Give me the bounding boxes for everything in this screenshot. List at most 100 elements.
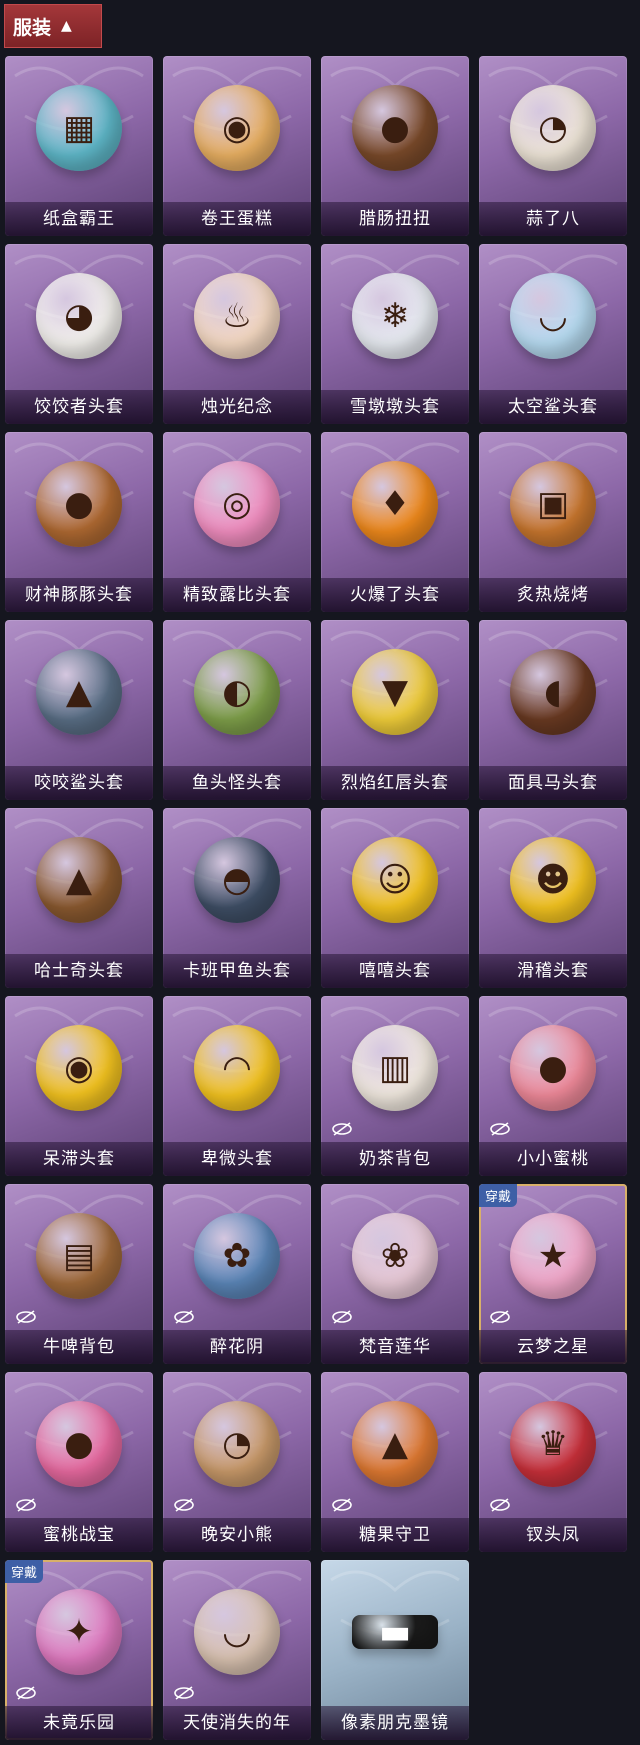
outfit-name: 面具马头套 [479,766,627,800]
item-art-icon: ◓ [194,837,280,923]
outfit-card[interactable]: ◉ 卷王蛋糕 [163,56,311,236]
eye-slash-icon[interactable] [15,1498,37,1512]
eye-slash-icon[interactable] [331,1498,353,1512]
outfit-name: 卑微头套 [163,1142,311,1176]
item-art-icon: ◔ [194,1401,280,1487]
outfit-card[interactable]: ◎ 精致露比头套 [163,432,311,612]
item-art-icon: ▥ [352,1025,438,1111]
outfit-card[interactable]: ◖ 面具马头套 [479,620,627,800]
item-art-icon: ▲ [352,1401,438,1487]
outfit-name: 咬咬鲨头套 [5,766,153,800]
item-art-icon: ◉ [36,1025,122,1111]
item-art-icon: ● [36,461,122,547]
eye-slash-icon[interactable] [15,1310,37,1324]
outfit-card[interactable]: ♦ 火爆了头套 [321,432,469,612]
outfit-card[interactable]: ♨ 烛光纪念 [163,244,311,424]
outfit-name: 卷王蛋糕 [163,202,311,236]
item-art-icon: ♛ [510,1401,596,1487]
worn-badge: 穿戴 [5,1560,44,1583]
outfit-name: 雪墩墩头套 [321,390,469,424]
outfit-card[interactable]: ☻ 滑稽头套 [479,808,627,988]
outfit-name: 腊肠扭扭 [321,202,469,236]
outfit-card[interactable]: ▤ 牛啤背包 [5,1184,153,1364]
outfit-name: 晚安小熊 [163,1518,311,1552]
item-art-icon: ♨ [194,273,280,359]
outfit-card[interactable]: ❄ 雪墩墩头套 [321,244,469,424]
item-art-icon: ▤ [36,1213,122,1299]
eye-slash-icon[interactable] [173,1498,195,1512]
outfit-card[interactable]: ▼ 烈焰红唇头套 [321,620,469,800]
outfit-name: 天使消失的年 [163,1706,311,1740]
item-art-icon: ★ [510,1213,596,1299]
outfit-card[interactable]: ◔ 晚安小熊 [163,1372,311,1552]
item-art-icon: ▬ [352,1612,438,1652]
outfit-card[interactable]: ▲ 咬咬鲨头套 [5,620,153,800]
outfit-card[interactable]: ◉ 呆滞头套 [5,996,153,1176]
outfit-card[interactable]: ♛ 钗头凤 [479,1372,627,1552]
outfit-name: 牛啤背包 [5,1330,153,1364]
outfit-name: 卡班甲鱼头套 [163,954,311,988]
item-art-icon: ☻ [510,837,596,923]
outfit-name: 烛光纪念 [163,390,311,424]
item-art-icon: ♦ [352,461,438,547]
outfit-card[interactable]: ◡ 天使消失的年 [163,1560,311,1740]
outfit-name: 鱼头怪头套 [163,766,311,800]
outfit-card[interactable]: ● 财神豚豚头套 [5,432,153,612]
outfit-name: 太空鲨头套 [479,390,627,424]
outfit-name: 呆滞头套 [5,1142,153,1176]
outfit-name: 蜜桃战宝 [5,1518,153,1552]
outfit-card[interactable]: ▬ 像素朋克墨镜 [321,1560,469,1740]
eye-slash-icon[interactable] [15,1686,37,1700]
chevron-up-icon: ▲ [61,18,72,34]
outfit-card[interactable]: ★ 穿戴 云梦之星 [479,1184,627,1364]
outfit-name: 嘻嘻头套 [321,954,469,988]
outfit-card[interactable]: ◐ 鱼头怪头套 [163,620,311,800]
outfit-card[interactable]: ● 腊肠扭扭 [321,56,469,236]
outfit-card[interactable]: ❀ 梵音莲华 [321,1184,469,1364]
eye-slash-icon[interactable] [173,1310,195,1324]
outfit-card[interactable]: ● 蜜桃战宝 [5,1372,153,1552]
item-art-icon: ● [36,1401,122,1487]
eye-slash-icon[interactable] [489,1498,511,1512]
item-art-icon: ◎ [194,461,280,547]
eye-slash-icon[interactable] [173,1686,195,1700]
outfit-card[interactable]: ● 小小蜜桃 [479,996,627,1176]
item-art-icon: ◔ [510,85,596,171]
outfit-card[interactable]: ☺ 嘻嘻头套 [321,808,469,988]
outfit-name: 饺饺者头套 [5,390,153,424]
outfit-card[interactable]: ▲ 哈士奇头套 [5,808,153,988]
outfit-name: 炙热烧烤 [479,578,627,612]
item-art-icon: ◉ [194,85,280,171]
item-art-icon: ▲ [36,837,122,923]
outfit-name: 纸盒霸王 [5,202,153,236]
outfit-name: 蒜了八 [479,202,627,236]
eye-slash-icon[interactable] [489,1310,511,1324]
outfit-card[interactable]: ◡ 太空鲨头套 [479,244,627,424]
outfit-card[interactable]: ✿ 醉花阴 [163,1184,311,1364]
item-art-icon: ◡ [510,273,596,359]
outfit-card[interactable]: ◓ 卡班甲鱼头套 [163,808,311,988]
outfit-card[interactable]: ◔ 蒜了八 [479,56,627,236]
outfit-card[interactable]: ✦ 穿戴 未竟乐园 [5,1560,153,1740]
outfit-card[interactable]: ▣ 炙热烧烤 [479,432,627,612]
item-art-icon: ◠ [194,1025,280,1111]
eye-slash-icon[interactable] [489,1122,511,1136]
outfit-card[interactable]: ▲ 糖果守卫 [321,1372,469,1552]
outfit-grid: ▦ 纸盒霸王 ◉ 卷王蛋糕 ● 腊肠扭扭 ◔ 蒜了八 ◕ 饺饺者头套 ♨ 烛光纪念 ❄ 雪墩墩头套 ◡ 太空鲨… [5,56,627,1740]
outfit-name: 哈士奇头套 [5,954,153,988]
outfit-card[interactable]: ◕ 饺饺者头套 [5,244,153,424]
outfit-category-toggle[interactable]: 服装 ▲ [4,4,102,48]
item-art-icon: ▲ [36,649,122,735]
eye-slash-icon[interactable] [331,1310,353,1324]
outfit-name: 钗头凤 [479,1518,627,1552]
outfit-name: 滑稽头套 [479,954,627,988]
worn-badge: 穿戴 [479,1184,518,1207]
eye-slash-icon[interactable] [331,1122,353,1136]
item-art-icon: ◐ [194,649,280,735]
outfit-card[interactable]: ▥ 奶茶背包 [321,996,469,1176]
outfit-card[interactable]: ▦ 纸盒霸王 [5,56,153,236]
outfit-name: 醉花阴 [163,1330,311,1364]
item-art-icon: ● [352,85,438,171]
outfit-card[interactable]: ◠ 卑微头套 [163,996,311,1176]
item-art-icon: ◡ [194,1589,280,1675]
